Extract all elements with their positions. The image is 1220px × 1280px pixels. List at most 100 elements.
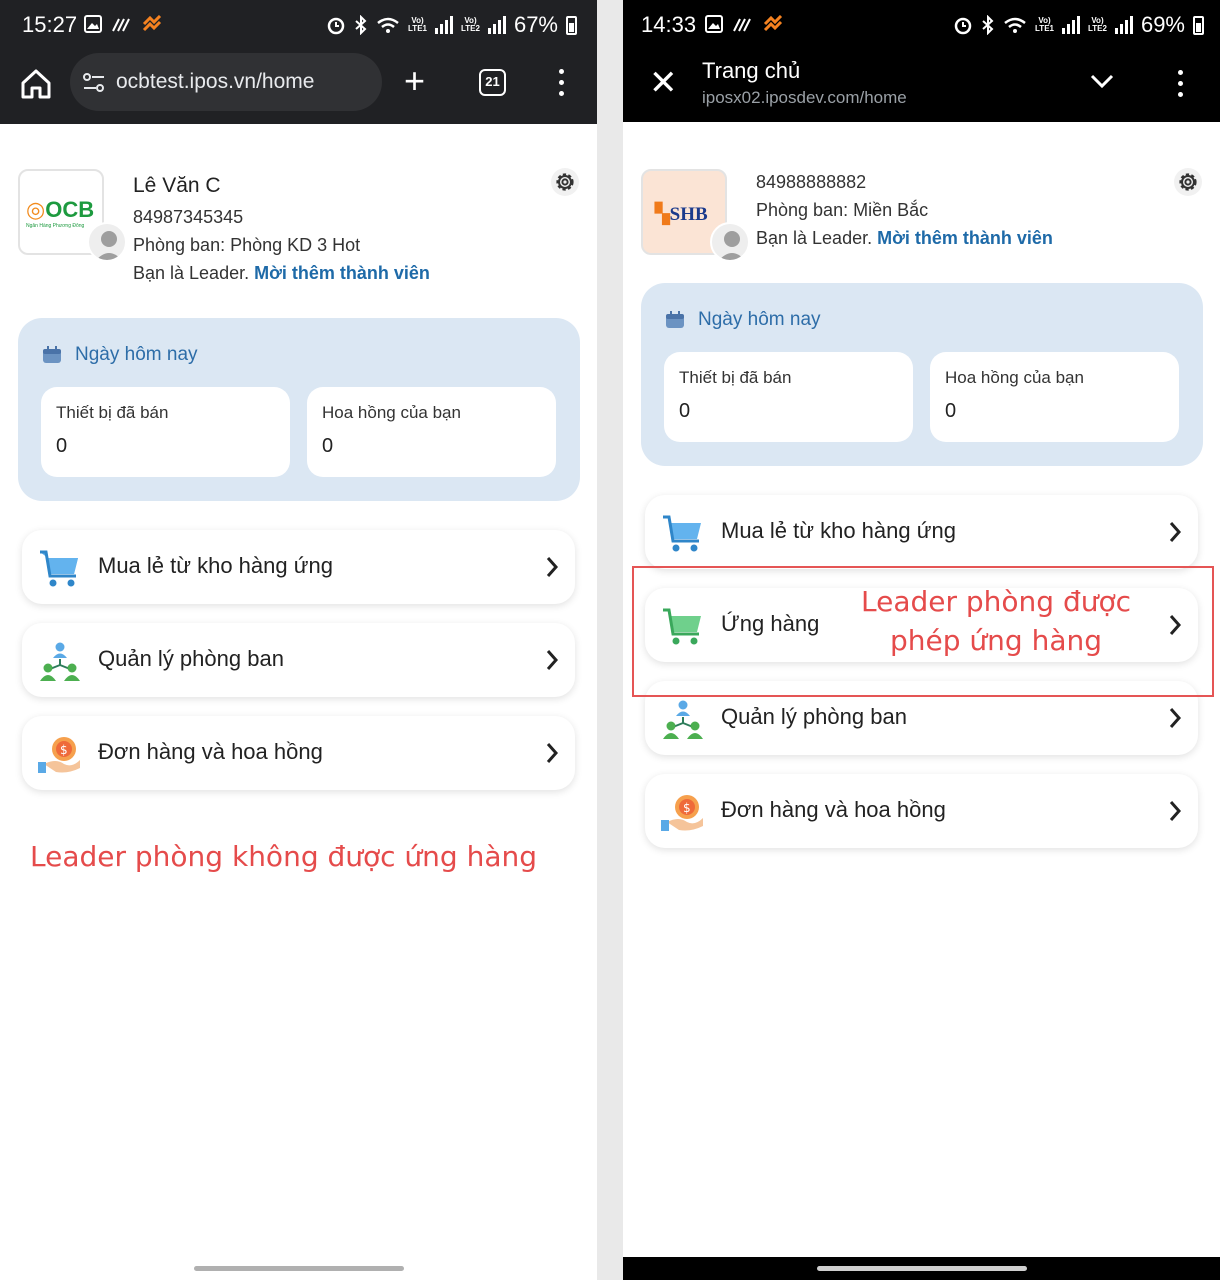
profile-name: Lê Văn C: [133, 174, 221, 197]
cart-blue-icon: [663, 515, 701, 552]
team-icon: [663, 700, 703, 739]
menu-item-buy-retail[interactable]: Mua lẻ từ kho hàng ứng: [22, 530, 575, 604]
status-time: 15:27: [22, 12, 78, 37]
leader-text: Bạn là Leader.: [756, 228, 878, 248]
commission-icon: $: [38, 737, 80, 773]
profile-department: Phòng ban: Phòng KD 3 Hot: [133, 235, 361, 255]
avatar[interactable]: [87, 222, 127, 262]
chevron-right-icon: [546, 743, 559, 763]
annotation-note-line2: phép ứng hàng: [890, 624, 1103, 657]
chevron-right-icon: [1169, 522, 1182, 542]
gesture-bar[interactable]: [194, 1266, 404, 1271]
site-settings-icon[interactable]: [82, 71, 106, 95]
url-text: iposx02.iposdev.com/home: [702, 88, 907, 107]
svg-text:$: $: [683, 801, 691, 815]
team-icon: [40, 642, 80, 681]
bluetooth-icon: [982, 15, 994, 35]
right-screenshot: 14:33 Vo) LTE1 Vo) LTE2 69% ✕ Trang chủ ip…: [623, 0, 1220, 1280]
gallery-icon: [705, 15, 723, 33]
invite-member-link[interactable]: Mời thêm thành viên: [254, 263, 430, 283]
avatar[interactable]: [710, 222, 750, 262]
lte1-icon: Vo) LTE1: [408, 16, 427, 33]
profile-phone: 84988888882: [756, 172, 867, 192]
devices-sold-stat: Thiết bị đã bán 0: [41, 387, 290, 477]
alarm-icon: [327, 17, 345, 35]
alarm-icon: [954, 17, 972, 35]
leader-text: Bạn là Leader.: [133, 263, 255, 283]
status-right: Vo) LTE1 Vo) LTE2 67%: [326, 12, 577, 38]
invite-member-link[interactable]: Mời thêm thành viên: [877, 228, 1053, 248]
home-icon[interactable]: [18, 66, 54, 102]
tab-switcher-button[interactable]: 21: [479, 69, 506, 96]
person-icon: [96, 231, 122, 260]
browser-menu-button[interactable]: [552, 67, 572, 99]
wifi-icon: [1004, 17, 1026, 33]
today-card: Ngày hôm nay Thiết bị đã bán 0 Hoa hồng …: [18, 318, 580, 501]
commission-label: Hoa hồng của bạn: [322, 403, 461, 422]
wifi-icon: [377, 17, 399, 33]
gesture-bar[interactable]: [817, 1266, 1027, 1271]
new-tab-button[interactable]: +: [404, 63, 425, 99]
annotation-note-line1: Leader phòng được: [861, 585, 1132, 618]
profile-leader-line: Bạn là Leader. Mời thêm thành viên: [756, 228, 1053, 249]
person-icon: [719, 231, 745, 260]
today-title: Ngày hôm nay: [75, 344, 198, 365]
status-left-icons: [705, 15, 783, 33]
battery-percent: 69%: [1140, 12, 1185, 37]
menu-item-orders-commission[interactable]: $ Đơn hàng và hoa hồng: [645, 774, 1198, 848]
cart-blue-icon: [40, 550, 78, 587]
commission-value: 0: [945, 400, 957, 422]
chevron-down-icon[interactable]: [1089, 68, 1115, 94]
app-notification-icon: [763, 15, 783, 32]
activity-icon: [112, 18, 130, 32]
commission-value: 0: [322, 435, 334, 457]
left-screenshot: 15:27 Vo) LTE1 Vo) LTE2 67% ocbtest.ipos.v…: [0, 0, 597, 1280]
profile-leader-line: Bạn là Leader. Mời thêm thành viên: [133, 263, 430, 284]
profile-phone: 84987345345: [133, 207, 244, 227]
gear-icon[interactable]: [550, 167, 580, 197]
status-left-icons: [84, 15, 162, 33]
battery-icon: [1193, 15, 1204, 35]
devices-sold-value: 0: [56, 435, 68, 457]
menu-label: Quản lý phòng ban: [98, 646, 284, 671]
close-icon[interactable]: ✕: [649, 66, 678, 100]
shb-logo: ▚SHB: [655, 204, 708, 225]
devices-sold-label: Thiết bị đã bán: [56, 403, 169, 422]
signal-icon: [434, 16, 453, 34]
signal2-icon: [487, 16, 506, 34]
calendar-icon: [43, 346, 61, 363]
annotation-note: Leader phòng không được ứng hàng: [30, 840, 538, 873]
address-bar[interactable]: ocbtest.ipos.vn/home: [70, 53, 382, 111]
menu-item-department[interactable]: Quản lý phòng ban: [22, 623, 575, 697]
battery-percent: 67%: [513, 12, 558, 37]
ocb-logo: ◎OCB Ngân Hàng Phương Đông: [26, 197, 95, 229]
url-text[interactable]: ocbtest.ipos.vn/home: [116, 70, 314, 94]
menu-button[interactable]: [1171, 68, 1191, 100]
commission-label: Hoa hồng của bạn: [945, 368, 1084, 387]
menu-label: Đơn hàng và hoa hồng: [98, 739, 323, 764]
lte2-icon: Vo) LTE2: [460, 16, 480, 33]
gallery-icon: [84, 15, 102, 33]
status-bar: 14:33 Vo) LTE1 Vo) LTE2 69%: [623, 0, 1220, 52]
status-time: 14:33: [641, 12, 697, 37]
battery-icon: [566, 15, 577, 35]
chevron-right-icon: [546, 650, 559, 670]
devices-sold-stat: Thiết bị đã bán 0: [664, 352, 913, 442]
gear-icon[interactable]: [1173, 167, 1203, 197]
menu-item-buy-retail[interactable]: Mua lẻ từ kho hàng ứng: [645, 495, 1198, 569]
menu-item-orders-commission[interactable]: $ Đơn hàng và hoa hồng: [22, 716, 575, 790]
browser-toolbar: ocbtest.ipos.vn/home + 21: [0, 52, 597, 124]
activity-icon: [733, 18, 751, 32]
menu-label: Mua lẻ từ kho hàng ứng: [721, 518, 956, 543]
devices-sold-label: Thiết bị đã bán: [679, 368, 792, 387]
profile-department: Phòng ban: Miền Bắc: [756, 200, 929, 220]
chevron-right-icon: [1169, 708, 1182, 728]
calendar-icon: [666, 311, 684, 328]
lte1-icon: Vo) LTE1: [1035, 16, 1054, 33]
svg-text:$: $: [60, 743, 68, 757]
signal-icon: [1061, 16, 1080, 34]
app-notification-icon: [142, 15, 162, 32]
custom-tab-header: ✕ Trang chủ iposx02.iposdev.com/home: [623, 52, 1220, 122]
devices-sold-value: 0: [679, 400, 691, 422]
today-card: Ngày hôm nay Thiết bị đã bán 0 Hoa hồng …: [641, 283, 1203, 466]
